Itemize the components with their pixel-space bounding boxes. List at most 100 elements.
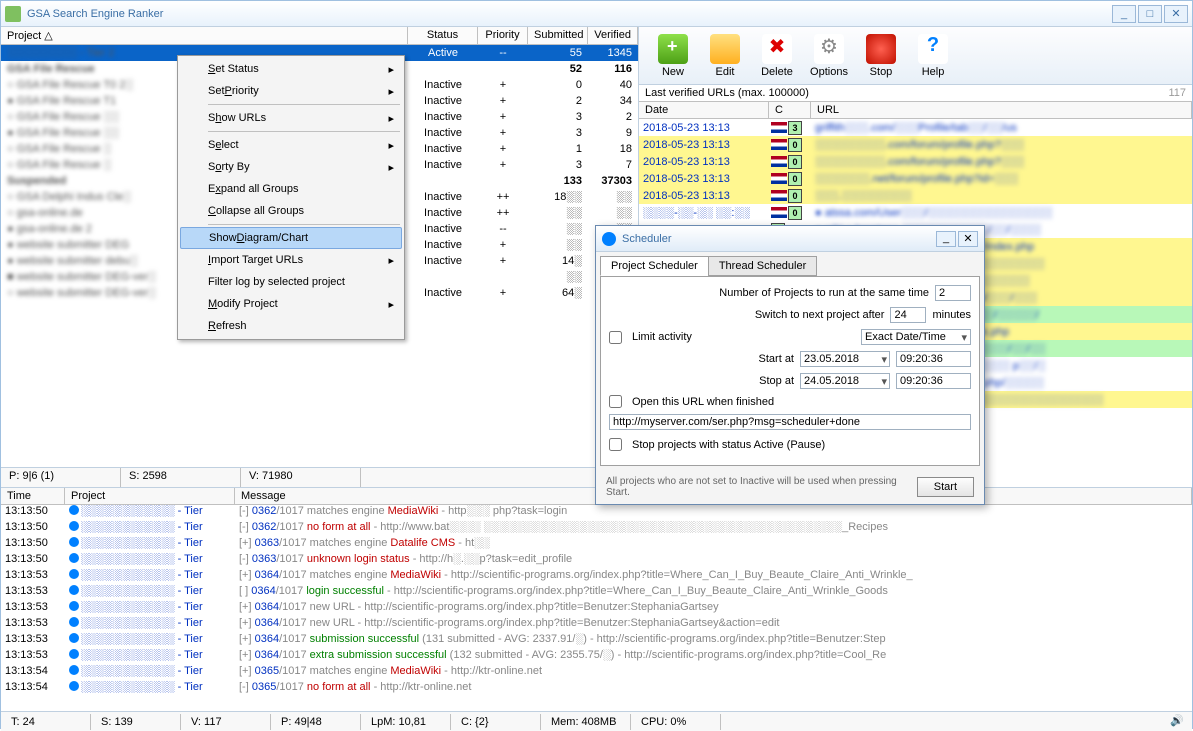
url-row[interactable]: 2018-05-23 13:130░░░.░░░░░░░░░ bbox=[639, 187, 1192, 204]
menu-item[interactable]: Set Priority▸ bbox=[180, 80, 402, 102]
url-row[interactable]: ░░░░-░░-░░ ░░:░░0● atssa.com/User░░░/░░░… bbox=[639, 204, 1192, 221]
log-row[interactable]: 13:13:53░░░░░░░░░░░░ - Tier[+] 0364/1017… bbox=[1, 649, 1192, 665]
log-row[interactable]: 13:13:54░░░░░░░░░░░░ - Tier[-] 0365/1017… bbox=[1, 681, 1192, 697]
midstat-p: P: 9|6 (1) bbox=[1, 468, 121, 487]
col-c[interactable]: C bbox=[769, 102, 811, 118]
menu-item[interactable]: Set Status▸ bbox=[180, 58, 402, 80]
log-row[interactable]: 13:13:50░░░░░░░░░░░░ - Tier[-] 0362/1017… bbox=[1, 505, 1192, 521]
help-button[interactable]: Help bbox=[909, 34, 957, 78]
log-row[interactable]: 13:13:53░░░░░░░░░░░░ - Tier[+] 0364/1017… bbox=[1, 617, 1192, 633]
stat-lpm: LpM: 10,81 bbox=[361, 714, 451, 730]
log-body[interactable]: 13:13:50░░░░░░░░░░░░ - Tier[-] 0362/1017… bbox=[1, 505, 1192, 711]
scheduler-title: Scheduler bbox=[622, 233, 934, 245]
tab-thread-scheduler[interactable]: Thread Scheduler bbox=[708, 256, 817, 276]
col-status[interactable]: Status bbox=[408, 27, 478, 44]
urls-header: Date C URL bbox=[639, 101, 1192, 119]
log-panel: Time Project Message 13:13:50░░░░░░░░░░░… bbox=[1, 487, 1192, 711]
openurl-checkbox[interactable] bbox=[609, 395, 622, 408]
col-time[interactable]: Time bbox=[1, 488, 65, 504]
url-row[interactable]: 2018-05-23 13:130░░░░░░░.net/forum/profi… bbox=[639, 170, 1192, 187]
stat-v: V: 117 bbox=[181, 714, 271, 730]
scheduler-dialog[interactable]: Scheduler _ ✕ Project Scheduler Thread S… bbox=[595, 225, 985, 505]
switch-unit: minutes bbox=[932, 309, 971, 321]
log-row[interactable]: 13:13:53░░░░░░░░░░░░ - Tier[+] 0364/1017… bbox=[1, 569, 1192, 585]
switch-input[interactable] bbox=[890, 307, 926, 323]
menu-item[interactable]: Sorty By▸ bbox=[180, 156, 402, 178]
menu-item[interactable]: Filter log by selected project bbox=[180, 271, 402, 293]
openurl-label: Open this URL when finished bbox=[632, 396, 774, 408]
minimize-button[interactable]: _ bbox=[1112, 5, 1136, 23]
menu-item[interactable]: Expand all Groups bbox=[180, 178, 402, 200]
stop-time-input[interactable] bbox=[896, 373, 971, 389]
tab-project-scheduler[interactable]: Project Scheduler bbox=[600, 256, 709, 276]
edit-icon bbox=[710, 34, 740, 64]
log-row[interactable]: 13:13:50░░░░░░░░░░░░ - Tier[+] 0363/1017… bbox=[1, 537, 1192, 553]
close-button[interactable]: ✕ bbox=[1164, 5, 1188, 23]
log-row[interactable]: 13:13:53░░░░░░░░░░░░ - Tier[+] 0364/1017… bbox=[1, 633, 1192, 649]
flag-icon bbox=[771, 173, 787, 184]
col-url[interactable]: URL bbox=[811, 102, 1192, 118]
url-row[interactable]: 2018-05-23 13:130░░░░░░░░░.com/forum/pro… bbox=[639, 136, 1192, 153]
last-urls-label: Last verified URLs (max. 100000) bbox=[645, 87, 809, 99]
menu-item[interactable]: Import Target URLs▸ bbox=[180, 249, 402, 271]
col-priority[interactable]: Priority bbox=[478, 27, 528, 44]
log-row[interactable]: 13:13:54░░░░░░░░░░░░ - Tier[+] 0365/1017… bbox=[1, 665, 1192, 681]
opt-button[interactable]: Options bbox=[805, 34, 853, 78]
main-toolbar: NewEditDeleteOptionsStopHelp bbox=[639, 27, 1192, 85]
stopactive-checkbox[interactable] bbox=[609, 438, 622, 451]
log-row[interactable]: 13:13:50░░░░░░░░░░░░ - Tier[-] 0362/1017… bbox=[1, 521, 1192, 537]
col-verified[interactable]: Verified bbox=[588, 27, 638, 44]
maximize-button[interactable]: □ bbox=[1138, 5, 1162, 23]
help-icon bbox=[918, 34, 948, 64]
stop-button[interactable]: Stop bbox=[857, 34, 905, 78]
col-project[interactable]: Project bbox=[65, 488, 235, 504]
stat-t: T: 24 bbox=[1, 714, 91, 730]
stat-p: P: 49|48 bbox=[271, 714, 361, 730]
start-time-input[interactable] bbox=[896, 351, 971, 367]
stop-date-input[interactable] bbox=[800, 373, 890, 389]
limit-mode-combo[interactable]: Exact Date/Time bbox=[861, 329, 971, 345]
new-button[interactable]: New bbox=[649, 34, 697, 78]
start-date-input[interactable] bbox=[800, 351, 890, 367]
menu-item[interactable]: Modify Project▸ bbox=[180, 293, 402, 315]
col-date[interactable]: Date bbox=[639, 102, 769, 118]
status-dot-icon bbox=[69, 505, 79, 515]
scheduler-minimize[interactable]: _ bbox=[936, 231, 956, 247]
openurl-input[interactable] bbox=[609, 414, 971, 430]
col-submitted[interactable]: Submitted bbox=[528, 27, 588, 44]
scheduler-start-button[interactable]: Start bbox=[917, 477, 974, 497]
url-row[interactable]: 2018-05-23 13:130░░░░░░░░░.com/forum/pro… bbox=[639, 153, 1192, 170]
menu-item[interactable]: Show Diagram/Chart bbox=[180, 227, 402, 249]
speaker-icon[interactable]: 🔊 bbox=[1170, 714, 1186, 730]
stat-mem: Mem: 408MB bbox=[541, 714, 631, 730]
scheduler-note: All projects who are not set to Inactive… bbox=[606, 476, 907, 498]
switch-label: Switch to next project after bbox=[609, 309, 884, 321]
scheduler-close[interactable]: ✕ bbox=[958, 231, 978, 247]
log-row[interactable]: 13:13:53░░░░░░░░░░░░ - Tier[ ] 0364/1017… bbox=[1, 585, 1192, 601]
limit-checkbox[interactable] bbox=[609, 331, 622, 344]
url-row[interactable]: 2018-05-23 13:133griffith░░░.com/░░░Prof… bbox=[639, 119, 1192, 136]
col-project[interactable]: Project △ bbox=[1, 27, 408, 44]
flag-icon bbox=[771, 207, 787, 218]
opt-icon bbox=[814, 34, 844, 64]
status-dot-icon bbox=[69, 537, 79, 547]
scheduler-icon bbox=[602, 232, 616, 246]
menu-item[interactable]: Select▸ bbox=[180, 134, 402, 156]
del-button[interactable]: Delete bbox=[753, 34, 801, 78]
status-dot-icon bbox=[69, 553, 79, 563]
app-title: GSA Search Engine Ranker bbox=[27, 8, 1110, 20]
status-dot-icon bbox=[69, 521, 79, 531]
log-row[interactable]: 13:13:50░░░░░░░░░░░░ - Tier[-] 0363/1017… bbox=[1, 553, 1192, 569]
scheduler-titlebar[interactable]: Scheduler _ ✕ bbox=[596, 226, 984, 252]
project-context-menu[interactable]: Set Status▸Set Priority▸ Show URLs▸ Select… bbox=[177, 55, 405, 340]
edit-button[interactable]: Edit bbox=[701, 34, 749, 78]
numproj-input[interactable] bbox=[935, 285, 971, 301]
stop-icon bbox=[866, 34, 896, 64]
menu-item[interactable]: Collapse all Groups bbox=[180, 200, 402, 222]
status-dot-icon bbox=[69, 681, 79, 691]
status-dot-icon bbox=[69, 649, 79, 659]
menu-item[interactable]: Refresh bbox=[180, 315, 402, 337]
status-bar: T: 24 S: 139 V: 117 P: 49|48 LpM: 10,81 … bbox=[1, 711, 1192, 731]
log-row[interactable]: 13:13:53░░░░░░░░░░░░ - Tier[+] 0364/1017… bbox=[1, 601, 1192, 617]
menu-item[interactable]: Show URLs▸ bbox=[180, 107, 402, 129]
